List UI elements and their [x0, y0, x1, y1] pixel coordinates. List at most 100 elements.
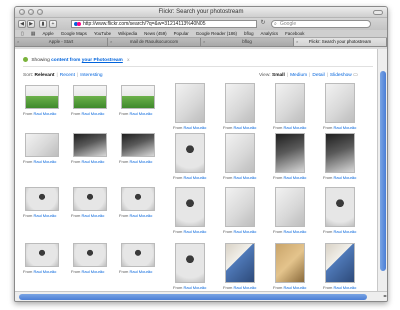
photo-thumbnail[interactable]	[325, 83, 355, 123]
bookmark-item[interactable]: News (459)	[144, 31, 166, 36]
photo-thumbnail[interactable]	[225, 83, 255, 123]
owner-link[interactable]: Raul Mourão	[183, 125, 206, 130]
view-option[interactable]: Slideshow	[330, 73, 352, 78]
owner-link[interactable]: Raul Mourão	[233, 125, 256, 130]
owner-link[interactable]: Raul Mourão	[129, 159, 152, 164]
tab-item[interactable]: × mail de Raoulsocurocom	[108, 38, 201, 46]
owner-link[interactable]: Raul Mourão	[333, 175, 356, 180]
sort-option[interactable]: Interesting	[80, 73, 102, 78]
horizontal-scroll-thumb[interactable]	[19, 294, 367, 300]
view-option[interactable]: Detail	[312, 73, 324, 78]
owner-link[interactable]: Raul Mourão	[33, 159, 56, 164]
photo-thumbnail[interactable]	[325, 133, 355, 173]
owner-link[interactable]: Raul Mourão	[129, 111, 152, 116]
photo-thumbnail[interactable]	[121, 243, 155, 267]
reload-icon[interactable]: ↻	[259, 20, 267, 28]
owner-link[interactable]: Raul Mourão	[283, 125, 306, 130]
caption-prefix: From	[173, 125, 183, 130]
photo-thumbnail[interactable]	[175, 187, 205, 227]
reading-list-icon[interactable]: ▯	[21, 31, 24, 37]
vertical-scrollbar[interactable]	[377, 49, 387, 293]
photo-thumbnail[interactable]	[275, 83, 305, 123]
tab-item[interactable]: × Apple - Start	[15, 38, 108, 46]
forward-button[interactable]: ▶	[27, 20, 35, 28]
photo-thumbnail[interactable]	[25, 243, 59, 267]
owner-link[interactable]: Raul Mourão	[33, 269, 56, 274]
bookmark-item[interactable]: Popular	[174, 31, 189, 36]
photo-thumbnail[interactable]	[25, 85, 59, 109]
bookmark-item[interactable]: bflog	[244, 31, 254, 36]
photo-thumbnail[interactable]	[225, 187, 255, 227]
bookmark-item[interactable]: Apple	[43, 31, 54, 36]
photo-thumbnail[interactable]	[225, 243, 255, 283]
back-button[interactable]: ◀	[18, 20, 26, 28]
toolbar-toggle-button[interactable]	[373, 10, 383, 15]
grid-view-icon[interactable]: ▦	[31, 31, 36, 37]
add-bookmark-button[interactable]: +	[49, 20, 57, 28]
close-tab-icon[interactable]: ×	[17, 38, 19, 46]
scroll-arrows-icon[interactable]: ◂▸	[383, 293, 387, 298]
owner-link[interactable]: Raul Mourão	[183, 229, 206, 234]
photo-thumbnail[interactable]	[73, 187, 107, 211]
owner-link[interactable]: Raul Mourão	[283, 175, 306, 180]
photo-thumbnail[interactable]	[175, 83, 205, 123]
address-bar[interactable]: http://www.flickr.com/search/?q=&w=31214…	[71, 20, 257, 28]
photo-thumbnail[interactable]	[225, 133, 255, 173]
photo-thumbnail[interactable]	[325, 187, 355, 227]
sort-option[interactable]: Relevant	[34, 73, 54, 78]
owner-link[interactable]: Raul Mourão	[81, 159, 104, 164]
owner-link[interactable]: Raul Mourão	[283, 285, 306, 290]
photo-thumbnail[interactable]	[275, 133, 305, 173]
bookmark-item[interactable]: Google Reader (186)	[196, 31, 237, 36]
photostream-link[interactable]: your Photostream	[82, 58, 123, 63]
photo-thumbnail[interactable]	[25, 187, 59, 211]
owner-link[interactable]: Raul Mourão	[233, 175, 256, 180]
bookmark-icon[interactable]: ▮	[39, 20, 47, 28]
owner-link[interactable]: Raul Mourão	[183, 175, 206, 180]
owner-link[interactable]: Raul Mourão	[183, 285, 206, 290]
close-tab-icon[interactable]: ×	[203, 38, 205, 46]
photo-thumbnail[interactable]	[73, 243, 107, 267]
photo-thumbnail[interactable]	[275, 187, 305, 227]
photo-thumbnail[interactable]	[275, 243, 305, 283]
close-tab-icon[interactable]: ×	[110, 38, 112, 46]
bookmark-item[interactable]: YouTube	[94, 31, 111, 36]
owner-link[interactable]: Raul Mourão	[233, 285, 256, 290]
owner-link[interactable]: Raul Mourão	[333, 125, 356, 130]
photo-thumbnail[interactable]	[325, 243, 355, 283]
bookmark-item[interactable]: Facebook	[285, 31, 304, 36]
close-tab-icon[interactable]: ×	[296, 38, 298, 46]
view-option[interactable]: Medium	[290, 73, 307, 78]
photo-thumbnail[interactable]	[175, 133, 205, 173]
owner-link[interactable]: Raul Mourão	[81, 269, 104, 274]
photo-thumbnail[interactable]	[121, 133, 155, 157]
photo-thumbnail[interactable]	[175, 243, 205, 283]
owner-link[interactable]: Raul Mourão	[33, 111, 56, 116]
bookmark-item[interactable]: Google Maps	[61, 31, 87, 36]
owner-link[interactable]: Raul Mourão	[129, 269, 152, 274]
view-option[interactable]: Small	[272, 73, 285, 78]
tab-item[interactable]: × Flickr: Search your photostream	[294, 38, 387, 46]
owner-link[interactable]: Raul Mourão	[129, 213, 152, 218]
clear-filter-button[interactable]: x	[127, 58, 129, 63]
sort-option[interactable]: Recent	[60, 73, 75, 78]
owner-link[interactable]: Raul Mourão	[233, 229, 256, 234]
owner-link[interactable]: Raul Mourão	[333, 229, 356, 234]
bookmark-item[interactable]: Wikipedia	[118, 31, 137, 36]
owner-link[interactable]: Raul Mourão	[81, 213, 104, 218]
search-field[interactable]: ⌕ Google	[271, 20, 371, 28]
photo-thumbnail[interactable]	[25, 133, 59, 157]
vertical-scroll-thumb[interactable]	[380, 71, 386, 271]
photo-thumbnail[interactable]	[73, 133, 107, 157]
slideshow-icon[interactable]: ▭	[352, 73, 358, 78]
horizontal-scrollbar[interactable]: ◂▸	[15, 291, 387, 301]
owner-link[interactable]: Raul Mourão	[81, 111, 104, 116]
owner-link[interactable]: Raul Mourão	[33, 213, 56, 218]
photo-thumbnail[interactable]	[121, 85, 155, 109]
owner-link[interactable]: Raul Mourão	[283, 229, 306, 234]
photo-thumbnail[interactable]	[121, 187, 155, 211]
bookmark-item[interactable]: Analytics	[261, 31, 279, 36]
tab-item[interactable]: × bflog	[201, 38, 294, 46]
photo-thumbnail[interactable]	[73, 85, 107, 109]
owner-link[interactable]: Raul Mourão	[333, 285, 356, 290]
